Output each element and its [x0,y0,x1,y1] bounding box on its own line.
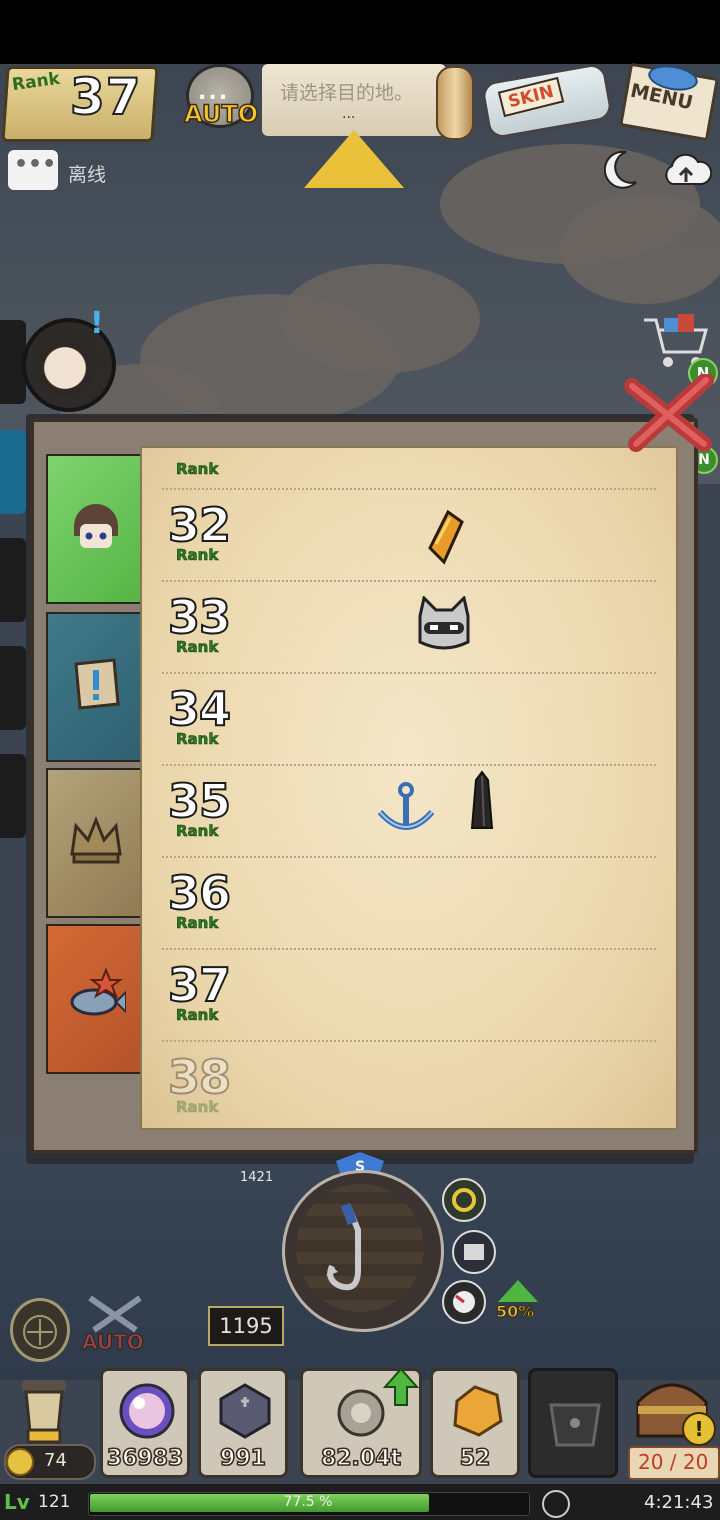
level-value: 121 [38,1492,71,1512]
avatar-alert-badge: ! [90,306,104,341]
rank-tag: Rank [176,914,219,933]
inventory-slot[interactable]: 991 [198,1368,288,1478]
capacity-value: 20 / 20 [638,1450,709,1474]
lantern-icon[interactable] [8,1376,84,1448]
character-face-icon [74,504,118,548]
compass-icon [23,1315,57,1349]
side-slot [0,538,26,622]
destination-text: 请选择目的地。 [280,82,414,104]
coin-value: 74 [44,1450,67,1471]
fish-starfish-icon [70,967,126,1016]
auto-top-label: AUTO [183,99,259,129]
chest-alert-badge: ! [682,1412,716,1446]
list-item: 34 Rank [162,674,656,766]
rank-tag: Rank [176,730,219,749]
side-slot-active [0,430,26,514]
gauge-button[interactable] [442,1280,486,1324]
rank-number: 36 [167,865,232,921]
speedometer-icon [453,1291,475,1313]
menu-button[interactable] [620,64,710,136]
cat-mask-icon[interactable] [414,596,474,652]
rank-tag: Rank [176,546,219,565]
quest-scroll-icon [74,658,120,710]
rank-number: 38 [167,1049,232,1105]
rank-rewards-list[interactable]: Rank 32 Rank 33 Rank 34 Rank 35 Rank 36 … [140,446,678,1130]
pearl-orb-icon [119,1383,175,1439]
up-arrow-icon[interactable] [304,130,404,188]
level-icon: Lv [4,1490,30,1514]
close-icon[interactable] [624,374,716,452]
rank-tag: Rank [176,638,219,657]
clock-icon[interactable] [542,1490,570,1518]
crown-icon [70,815,122,864]
refresh-icon [452,1188,476,1212]
panel-tabs [46,452,144,1086]
rank-value: 37 [69,67,142,127]
rank-number: 37 [167,957,232,1013]
rank-number: 35 [167,773,232,829]
destination-dots: ... [342,106,356,122]
chat-dots: ••• [14,152,57,177]
fishing-hook-icon [326,1202,361,1291]
boots-icon [464,1244,484,1260]
amber-crystal-icon[interactable] [422,508,468,566]
status-strip [0,0,720,64]
rank-tag: Rank [176,1006,219,1025]
crossed-swords-icon [88,1295,142,1333]
current-depth: 1195 [208,1306,284,1346]
list-item: 37 Rank [162,950,656,1042]
inventory-slot[interactable]: 52 [430,1368,520,1478]
speed-up-arrow-icon [498,1280,538,1302]
list-item: 32 Rank [162,490,656,582]
inventory-slot-locked[interactable] [528,1368,618,1478]
list-item: 33 Rank [162,582,656,674]
inventory-slot[interactable]: 36983 [100,1368,190,1478]
time-value: 4:21:43 [644,1492,714,1513]
inventory-slot[interactable]: 82.04t [300,1367,422,1478]
list-item: Rank [162,448,656,490]
list-item: 36 Rank [162,858,656,950]
rank-number: 34 [167,681,232,737]
side-slot [0,754,26,838]
gauge-button[interactable] [452,1230,496,1274]
rank-number: 32 [167,497,232,553]
upgrade-arrow-icon [383,1367,419,1406]
side-slot [0,646,26,730]
xp-percent: 77.5 % [283,1494,333,1510]
rank-tag: Rank [176,822,219,841]
gauge-button[interactable] [442,1178,486,1222]
coin-icon [6,1448,34,1476]
obelisk-icon[interactable] [466,770,498,834]
inventory-value: 36983 [106,1445,184,1472]
tab-quest[interactable] [46,612,142,762]
list-item: 35 Rank [162,766,656,858]
amber-chunk-icon [453,1385,503,1437]
moon-icon[interactable] [596,148,640,192]
inventory-value: 52 [459,1445,491,1472]
rank-tag: Rank [176,460,219,479]
tab-profile[interactable] [46,454,142,604]
target-depth: 1421 [240,1170,274,1185]
anchor-icon[interactable] [376,780,436,836]
locked-slot-icon [549,1403,601,1447]
auto-fish-label: AUTO [82,1330,145,1355]
avatar-icon [32,326,98,396]
dark-gem-icon [219,1383,271,1439]
gear-shell-icon [337,1389,385,1437]
list-item: 38 Rank [162,1042,656,1128]
rank-tag: Rank [176,1098,219,1117]
chat-status-label: 离线 [68,164,107,186]
inventory-value: 991 [219,1445,267,1472]
cloud-upload-icon[interactable] [660,150,712,190]
compass-button[interactable] [10,1298,70,1362]
tab-fish[interactable] [46,924,142,1074]
inventory-value: 82.04t [320,1445,402,1472]
tab-rank[interactable] [46,768,142,918]
speed-boost-value: 50% [495,1302,535,1322]
map-scroll-icon [436,66,474,140]
rank-number: 33 [167,589,232,645]
